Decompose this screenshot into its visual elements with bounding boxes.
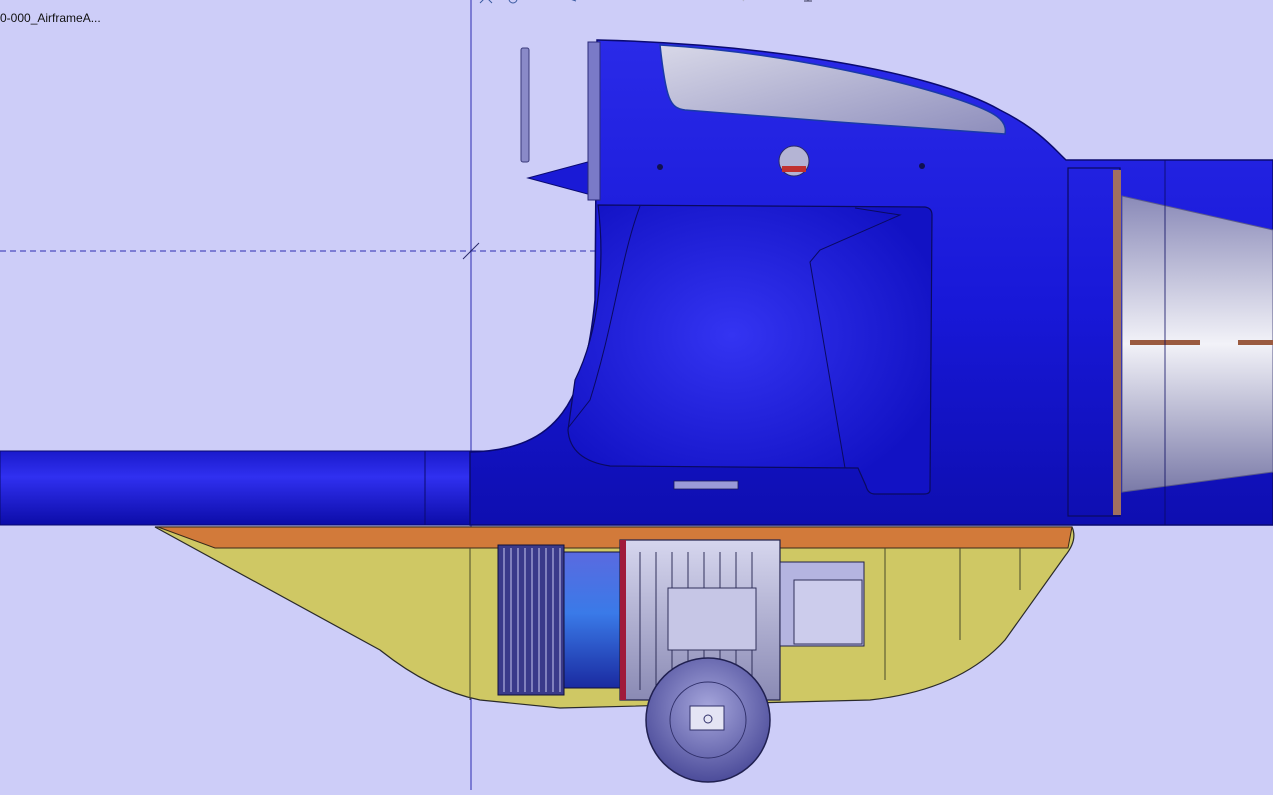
motor-body[interactable] — [563, 551, 621, 689]
iso-view-icon[interactable] — [628, 0, 644, 6]
rotate-icon[interactable] — [562, 0, 578, 6]
pod-rim — [157, 526, 1073, 549]
pointer-icon[interactable] — [734, 0, 750, 6]
nose-bulkhead — [587, 41, 601, 201]
side-access-panel[interactable] — [567, 204, 933, 495]
3d-viewport[interactable]: 0-000_AirframeA... — [0, 0, 1273, 790]
tail-boom[interactable] — [0, 450, 521, 526]
hide-show-icon[interactable] — [666, 0, 682, 6]
compass-icon[interactable] — [800, 0, 816, 6]
feature-tree-root-label[interactable]: 0-000_AirframeA... — [0, 11, 101, 25]
heads-up-view-toolbar — [478, 0, 818, 8]
tail-spike[interactable] — [526, 159, 596, 197]
grid-icon[interactable] — [758, 0, 774, 6]
pan-icon[interactable] — [534, 0, 550, 6]
normal-view-icon[interactable] — [590, 0, 606, 6]
render-style-icon[interactable] — [690, 0, 706, 6]
tail-fin-plate[interactable] — [520, 47, 530, 163]
zoom-icon[interactable] — [506, 0, 522, 6]
motor-cooling-fins[interactable] — [497, 544, 565, 696]
fly-mode-icon[interactable] — [478, 0, 494, 6]
